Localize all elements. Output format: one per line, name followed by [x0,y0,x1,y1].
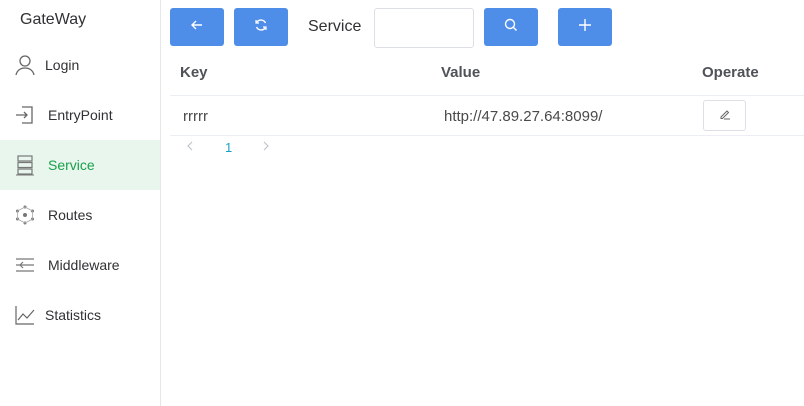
page-number-current[interactable]: 1 [225,140,232,155]
sidebar-item-label: Login [45,57,80,73]
back-button[interactable] [170,8,224,46]
service-label: Service [308,18,362,35]
table-row: rrrrr http://47.89.27.64:8099/ [170,96,804,136]
refresh-icon [254,18,268,37]
chevron-right-icon [261,140,271,155]
add-button[interactable] [558,8,612,46]
app: GateWay Login EntryPoint Service Routes … [0,0,804,406]
user-icon [14,54,36,76]
sidebar-item-service[interactable]: Service [0,140,160,190]
sidebar-item-label: Statistics [45,307,102,323]
sidebar: GateWay Login EntryPoint Service Routes … [0,0,161,406]
search-button[interactable] [484,8,538,46]
chart-line-icon [14,304,36,326]
chevron-left-icon [185,140,195,155]
cell-value: http://47.89.27.64:8099/ [444,108,603,125]
entry-icon [14,104,36,126]
edit-icon [719,107,731,125]
sidebar-item-label: Middleware [48,257,120,273]
sidebar-item-label: EntryPoint [48,107,113,123]
refresh-button[interactable] [234,8,288,46]
network-icon [14,204,36,226]
sidebar-item-middleware[interactable]: Middleware [0,240,160,290]
sidebar-item-entrypoint[interactable]: EntryPoint [0,90,160,140]
sidebar-item-label: Routes [48,207,93,223]
next-page-button[interactable] [261,140,271,155]
prev-page-button[interactable] [185,140,195,155]
arrow-left-icon [190,18,204,37]
server-icon [14,154,36,176]
sidebar-item-routes[interactable]: Routes [0,190,160,240]
sidebar-item-statistics[interactable]: Statistics [0,290,160,340]
sidebar-item-label: Service [48,157,95,173]
search-icon [504,18,518,37]
brand-title: GateWay [20,11,87,28]
service-table: Key Value Operate rrrrr http://47.89.27.… [170,50,804,136]
column-header-operate: Operate [702,64,759,81]
service-input[interactable] [374,8,474,48]
sidebar-nav: Login EntryPoint Service Routes Middlewa… [0,40,160,340]
table-header: Key Value Operate [170,50,804,96]
column-header-key: Key [180,64,208,81]
edit-button[interactable] [703,100,746,131]
plus-icon [578,18,592,37]
middleware-icon [14,254,36,276]
sidebar-item-login[interactable]: Login [0,40,160,90]
column-header-value: Value [441,64,481,81]
cell-key: rrrrr [183,108,208,125]
